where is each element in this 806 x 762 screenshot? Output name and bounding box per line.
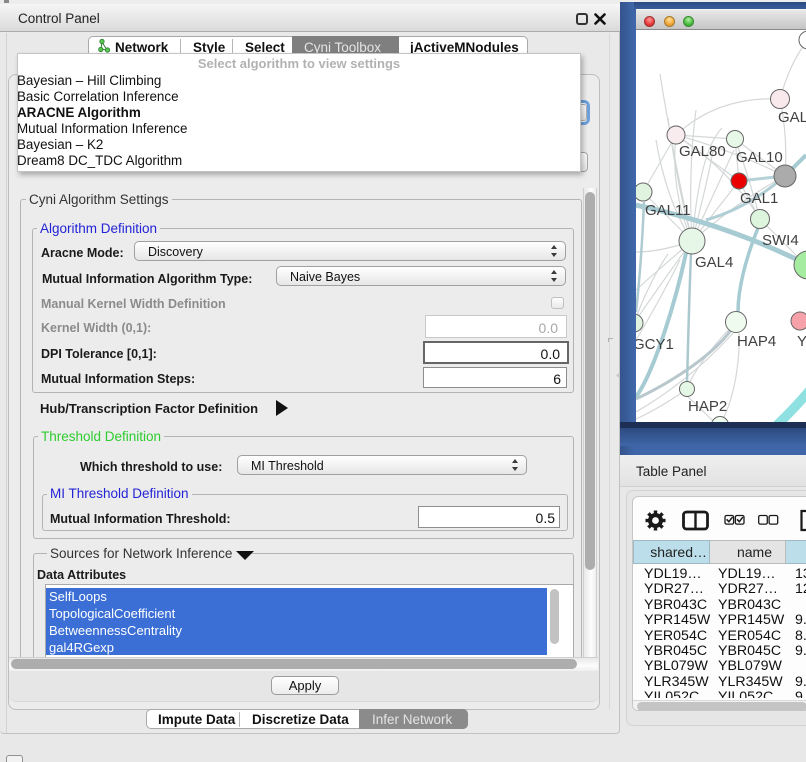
svg-text:SWI4: SWI4 xyxy=(762,232,799,249)
svg-text:Y: Y xyxy=(797,333,806,350)
svg-text:GAL80: GAL80 xyxy=(679,143,726,160)
svg-text:HAP4: HAP4 xyxy=(737,333,776,350)
svg-text:GAL10: GAL10 xyxy=(736,149,783,166)
svg-text:HAP2: HAP2 xyxy=(688,398,727,415)
svg-text:GCY1: GCY1 xyxy=(636,336,674,353)
svg-text:GAL1: GAL1 xyxy=(740,190,778,207)
svg-text:GAL11: GAL11 xyxy=(645,202,691,219)
svg-text:GAL7: GAL7 xyxy=(778,109,806,126)
svg-text:GAL4: GAL4 xyxy=(695,254,733,271)
